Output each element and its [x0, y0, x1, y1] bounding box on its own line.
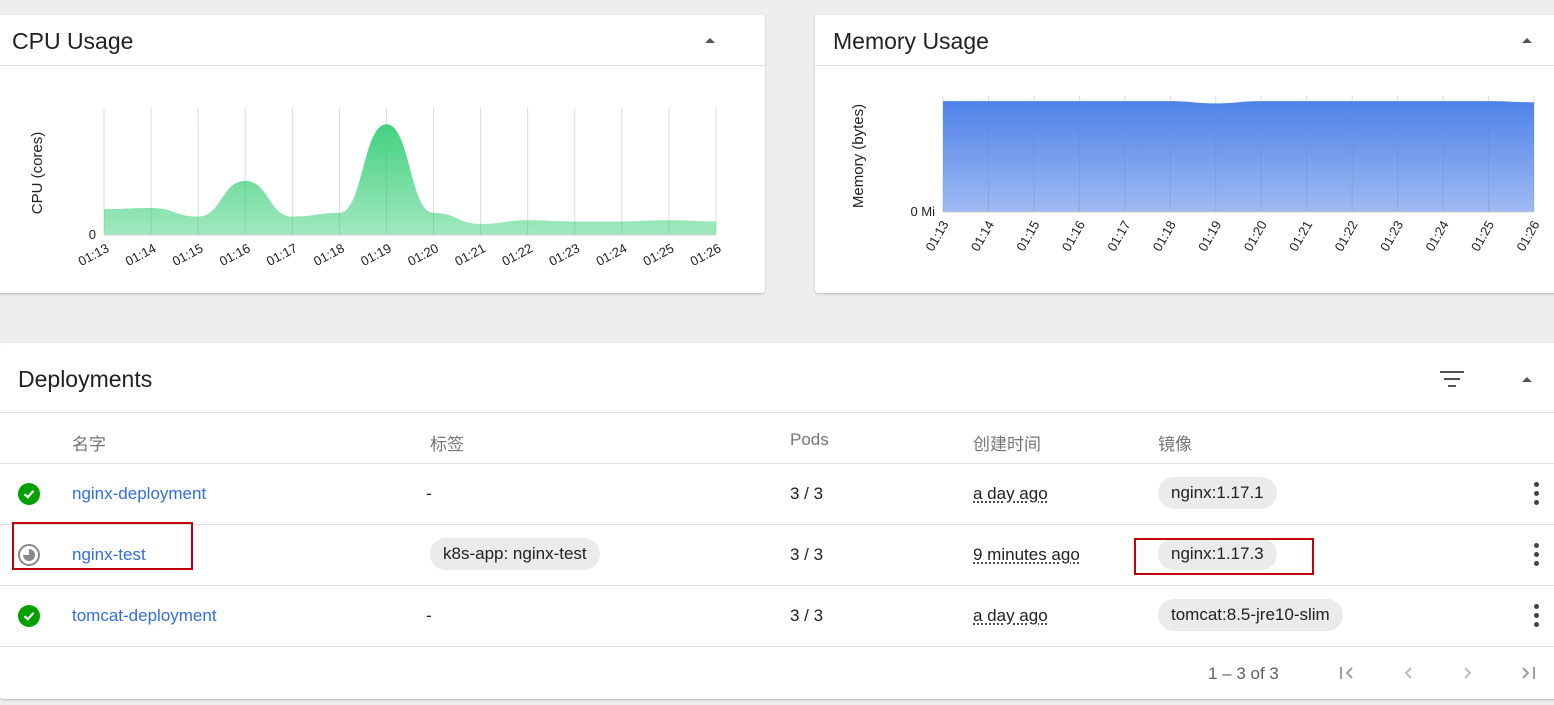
x-tick-label: 01:19: [358, 240, 394, 269]
column-header-created[interactable]: 创建时间: [973, 430, 1041, 455]
deployment-created: a day ago: [973, 484, 1048, 504]
x-tick-label: 01:14: [968, 218, 997, 254]
x-tick-label: 01:20: [405, 240, 441, 269]
last-page-icon[interactable]: [1516, 661, 1540, 685]
row-actions-menu-icon[interactable]: [1532, 604, 1542, 630]
first-page-icon[interactable]: [1335, 661, 1359, 685]
y-tick-label: 0: [89, 227, 96, 242]
previous-page-icon[interactable]: [1396, 661, 1420, 685]
x-tick-label: 01:16: [1059, 218, 1088, 254]
deployment-pods: 3 / 3: [790, 545, 823, 565]
next-page-icon[interactable]: [1456, 661, 1480, 685]
x-tick-label: 01:15: [1013, 218, 1042, 254]
memory-card-title: Memory Usage: [833, 28, 989, 55]
x-tick-label: 01:15: [170, 240, 206, 269]
x-tick-label: 01:18: [311, 240, 347, 269]
x-tick-label: 01:21: [452, 240, 488, 269]
x-tick-label: 01:17: [1104, 218, 1133, 254]
x-tick-label: 01:21: [1286, 218, 1315, 254]
x-tick-label: 01:22: [1331, 218, 1360, 254]
chart-area-series: [943, 101, 1534, 212]
collapse-cpu-button[interactable]: [703, 33, 717, 47]
highlight-box-nginx-test: [12, 522, 193, 570]
x-tick-label: 01:17: [264, 240, 300, 269]
chevron-up-icon: [1522, 38, 1532, 43]
deployment-created: 9 minutes ago: [973, 545, 1080, 565]
table-row: tomcat-deployment - 3 / 3 a day ago tomc…: [0, 585, 1554, 646]
x-tick-label: 01:13: [76, 240, 112, 269]
image-chip: nginx:1.17.1: [1158, 477, 1277, 509]
y-axis-label: Memory (bytes): [850, 104, 867, 208]
x-tick-label: 01:25: [641, 240, 677, 269]
deployment-created: a day ago: [973, 606, 1048, 626]
x-tick-label: 01:26: [688, 240, 724, 269]
deployment-pods: 3 / 3: [790, 484, 823, 504]
label-chip: k8s-app: nginx-test: [430, 538, 600, 570]
memory-usage-card: Memory Usage 01:13 01:14 01:15 01:16 01:17 01…: [815, 15, 1554, 293]
status-success-icon: [18, 483, 40, 505]
x-tick-label: 01:24: [593, 240, 629, 269]
y-axis-label: CPU (cores): [29, 132, 46, 215]
column-header-pods: Pods: [790, 430, 829, 450]
column-header-name[interactable]: 名字: [72, 430, 106, 455]
x-tick-label: 01:25: [1468, 218, 1497, 254]
pagination-range: 1 – 3 of 3: [1208, 664, 1279, 684]
column-header-labels: 标签: [430, 430, 464, 455]
y-tick-label: 0 Mi: [910, 204, 935, 219]
x-tick-label: 01:22: [499, 240, 535, 269]
column-header-images: 镜像: [1158, 430, 1192, 455]
deployment-pods: 3 / 3: [790, 606, 823, 626]
cpu-card-title: CPU Usage: [12, 28, 133, 55]
row-actions-menu-icon[interactable]: [1532, 482, 1542, 508]
x-tick-label: 01:18: [1150, 218, 1179, 254]
x-tick-label: 01:26: [1513, 218, 1542, 254]
collapse-deployments-button[interactable]: [1520, 372, 1534, 386]
deployment-name-link[interactable]: tomcat-deployment: [72, 606, 217, 626]
deployments-card: Deployments 名字 标签 Pods 创建时间 镜像 nginx-dep…: [0, 343, 1554, 699]
x-tick-label: 01:13: [922, 218, 951, 254]
table-divider: [0, 646, 1554, 647]
x-tick-label: 01:14: [123, 240, 159, 269]
deployment-labels: -: [426, 606, 432, 626]
collapse-memory-button[interactable]: [1520, 33, 1534, 47]
deployment-name-link[interactable]: nginx-deployment: [72, 484, 206, 504]
table-row: nginx-deployment - 3 / 3 a day ago nginx…: [0, 463, 1554, 524]
highlight-box-image: [1134, 538, 1314, 575]
x-tick-label: 01:23: [546, 240, 582, 269]
x-tick-label: 01:23: [1377, 218, 1406, 254]
image-chip: tomcat:8.5-jre10-slim: [1158, 599, 1343, 631]
x-tick-label: 01:20: [1241, 218, 1270, 254]
chevron-up-icon: [1522, 377, 1532, 382]
table-row: nginx-test k8s-app: nginx-test 3 / 3 9 m…: [0, 524, 1554, 585]
deployments-header: Deployments: [0, 343, 1554, 413]
row-actions-menu-icon[interactable]: [1532, 543, 1542, 569]
memory-usage-chart: 01:13 01:14 01:15 01:16 01:17 01:18 01:19 01:20…: [815, 67, 1554, 293]
filter-icon[interactable]: [1440, 370, 1464, 388]
cpu-card-header: CPU Usage: [0, 15, 765, 66]
status-success-icon: [18, 605, 40, 627]
x-tick-label: 01:19: [1195, 218, 1224, 254]
cpu-usage-card: CPU Usage 01:13 01:14 01:15 01:16 01:17 01:18…: [0, 15, 765, 293]
chevron-up-icon: [705, 38, 715, 43]
deployments-title: Deployments: [18, 366, 152, 393]
chart-area-series: [104, 124, 716, 235]
x-tick-label: 01:16: [217, 240, 253, 269]
memory-card-header: Memory Usage: [815, 15, 1554, 66]
x-tick-label: 01:24: [1422, 218, 1451, 254]
deployment-labels: -: [426, 484, 432, 504]
cpu-usage-chart: 01:13 01:14 01:15 01:16 01:17 01:18 01:19 01:20…: [0, 67, 765, 293]
